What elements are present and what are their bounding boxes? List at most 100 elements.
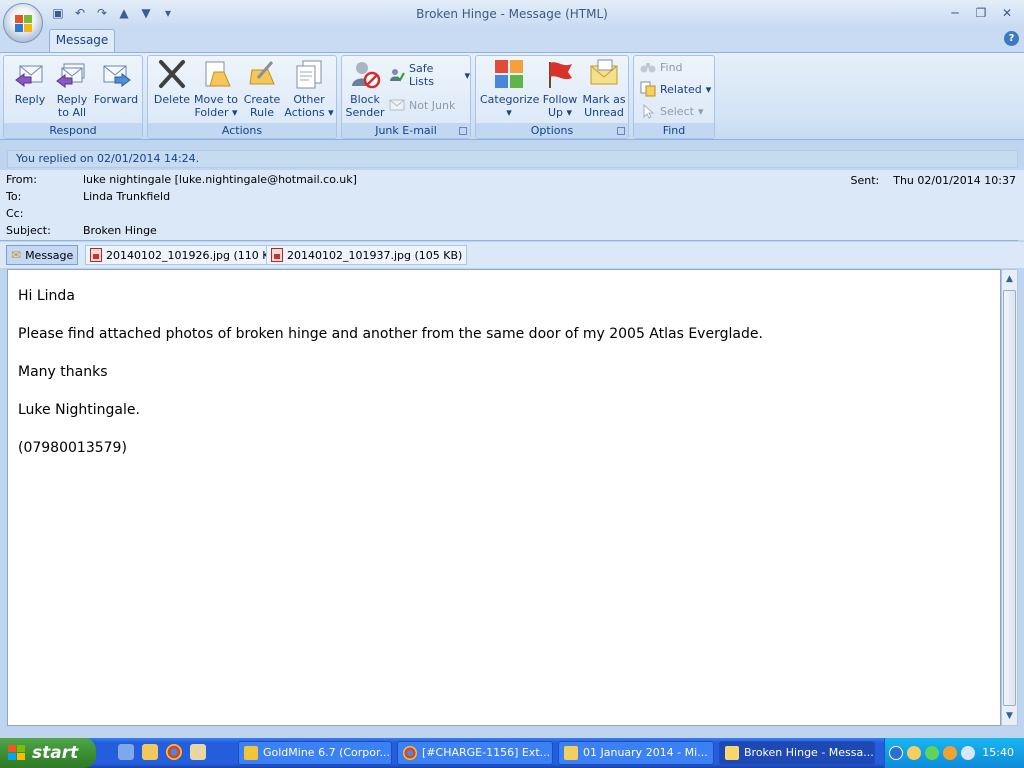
outlook-icon — [564, 746, 578, 760]
search-tray-icon[interactable] — [961, 746, 975, 760]
to-value[interactable]: Linda Trunkfield — [83, 190, 170, 206]
attachment-message[interactable]: ✉ Message — [6, 245, 79, 265]
ribbon: Reply Reply to All Forward Respond Delet… — [0, 52, 1024, 140]
message-icon — [725, 746, 739, 760]
reply-all-button[interactable]: Reply to All — [52, 58, 92, 119]
reply-icon — [14, 58, 46, 90]
safe-lists-icon — [389, 67, 405, 83]
message-body[interactable]: Hi Linda Please find attached photos of … — [7, 269, 1001, 726]
envelope-icon: ✉ — [11, 248, 22, 262]
chrome-quicklaunch-icon[interactable] — [166, 744, 182, 760]
start-button[interactable]: start — [0, 738, 96, 768]
task-broken-hinge[interactable]: Broken Hinge - Messa... — [719, 741, 875, 765]
block-sender-icon — [349, 58, 381, 90]
body-paragraph: Many thanks — [18, 364, 108, 380]
group-junk-email: Block Sender Safe Lists ▾ Not Junk Junk E… — [341, 55, 471, 139]
app-quicklaunch-icon[interactable] — [190, 744, 206, 760]
scrollbar-thumb[interactable] — [1003, 290, 1016, 706]
body-paragraph: Please find attached photos of broken hi… — [18, 326, 763, 342]
attachment-item[interactable]: 20140102_101937.jpg (105 KB) — [266, 245, 468, 265]
reply-button[interactable]: Reply — [8, 58, 52, 106]
create-rule-button[interactable]: Create Rule — [240, 58, 284, 119]
binoculars-icon — [640, 59, 656, 75]
office-button[interactable] — [3, 3, 43, 43]
move-to-folder-button[interactable]: Move to Folder ▾ — [193, 58, 239, 119]
subject-row: Subject: Broken Hinge — [6, 224, 157, 240]
vertical-scrollbar[interactable]: ▲ ▼ — [1001, 269, 1018, 726]
group-label-find: Find — [634, 123, 714, 138]
task-chrome[interactable]: [#CHARGE-1156] Ext... — [397, 741, 553, 765]
other-actions-button[interactable]: Other Actions ▾ — [284, 58, 334, 119]
from-row: From: luke nightingale [luke.nightingale… — [6, 173, 357, 189]
status-tray-icon[interactable] — [925, 746, 939, 760]
group-label-options: Options — [476, 123, 628, 138]
goldmine-icon — [244, 746, 258, 760]
group-label-respond: Respond — [4, 123, 142, 138]
body-paragraph: Luke Nightingale. — [18, 402, 140, 418]
show-desktop-icon[interactable] — [118, 744, 134, 760]
tray-expand-icon[interactable] — [889, 746, 903, 760]
sent-value: Thu 02/01/2014 10:37 — [893, 174, 1016, 187]
ribbon-tab-row: Message ? — [0, 28, 1024, 52]
follow-up-flag-icon — [544, 58, 576, 90]
help-icon[interactable]: ? — [1004, 31, 1019, 46]
avast-tray-icon[interactable] — [943, 746, 957, 760]
group-actions: Delete Move to Folder ▾ Create Rule Othe… — [147, 55, 337, 139]
forward-icon — [100, 58, 132, 90]
image-file-icon — [271, 248, 283, 262]
options-dialog-launcher[interactable] — [617, 127, 625, 135]
body-paragraph: Hi Linda — [18, 288, 75, 304]
not-junk-icon — [389, 97, 405, 113]
group-options: Categorize ▾ Follow Up ▾ Mark as Unread … — [475, 55, 629, 139]
outlook-tray-icon[interactable] — [907, 746, 921, 760]
image-file-icon — [90, 248, 102, 262]
minimize-button[interactable]: ─ — [944, 4, 966, 22]
close-button[interactable]: ✕ — [996, 4, 1018, 22]
move-to-folder-icon — [200, 58, 232, 90]
from-value[interactable]: luke nightingale [luke.nightingale@hotma… — [83, 173, 357, 189]
taskbar: start GoldMine 6.7 (Corpor... [#CHARGE-1… — [0, 738, 1024, 768]
message-headers: From: luke nightingale [luke.nightingale… — [0, 170, 1024, 240]
attachment-item[interactable]: 20140102_101926.jpg (110 KB) — [85, 245, 287, 265]
chrome-icon — [403, 746, 417, 760]
scroll-down-arrow-icon[interactable]: ▼ — [1002, 709, 1017, 723]
find-button[interactable]: Find — [640, 58, 683, 76]
not-junk-button[interactable]: Not Junk — [389, 96, 455, 114]
block-sender-button[interactable]: Block Sender — [344, 58, 386, 119]
windows-logo-icon — [8, 745, 26, 761]
clock: 15:40 — [982, 746, 1014, 759]
follow-up-button[interactable]: Follow Up ▾ — [540, 58, 580, 119]
outlook-quicklaunch-icon[interactable] — [142, 744, 158, 760]
categorize-icon — [493, 58, 525, 90]
safe-lists-button[interactable]: Safe Lists ▾ — [389, 62, 470, 88]
group-label-actions: Actions — [148, 123, 336, 138]
maximize-button[interactable]: ❐ — [970, 4, 992, 22]
mark-as-unread-button[interactable]: Mark as Unread — [580, 58, 628, 119]
header-divider — [0, 240, 1018, 241]
scroll-up-arrow-icon[interactable]: ▲ — [1002, 272, 1017, 286]
title-bar: ▣ ↶ ↷ ▲ ▼ ▾ Broken Hinge - Message (HTML… — [0, 0, 1024, 28]
system-tray: 15:40 — [884, 738, 1024, 768]
group-find: Find Related ▾ Select ▾ Find — [633, 55, 715, 139]
cc-row: Cc: — [6, 207, 24, 220]
to-row: To: Linda Trunkfield — [6, 190, 170, 206]
junk-email-dialog-launcher[interactable] — [459, 127, 467, 135]
office-logo-icon — [15, 15, 33, 33]
group-label-junk-email: Junk E-mail — [342, 123, 470, 138]
info-bar[interactable]: You replied on 02/01/2014 14:24. — [7, 150, 1018, 168]
forward-button[interactable]: Forward — [92, 58, 140, 106]
delete-button[interactable]: Delete — [152, 58, 192, 106]
attachment-bar: ✉ Message 20140102_101926.jpg (110 KB) 2… — [0, 242, 1024, 268]
categorize-button[interactable]: Categorize ▾ — [480, 58, 539, 119]
group-respond: Reply Reply to All Forward Respond — [3, 55, 143, 139]
task-goldmine[interactable]: GoldMine 6.7 (Corpor... — [238, 741, 392, 765]
reply-all-icon — [56, 58, 88, 90]
task-calendar[interactable]: 01 January 2014 - Mi... — [558, 741, 714, 765]
select-button[interactable]: Select ▾ — [640, 102, 703, 120]
related-button[interactable]: Related ▾ — [640, 80, 711, 98]
tab-message[interactable]: Message — [49, 29, 115, 52]
other-actions-icon — [293, 58, 325, 90]
delete-icon — [156, 58, 188, 90]
create-rule-icon — [246, 58, 278, 90]
related-icon — [640, 81, 656, 97]
